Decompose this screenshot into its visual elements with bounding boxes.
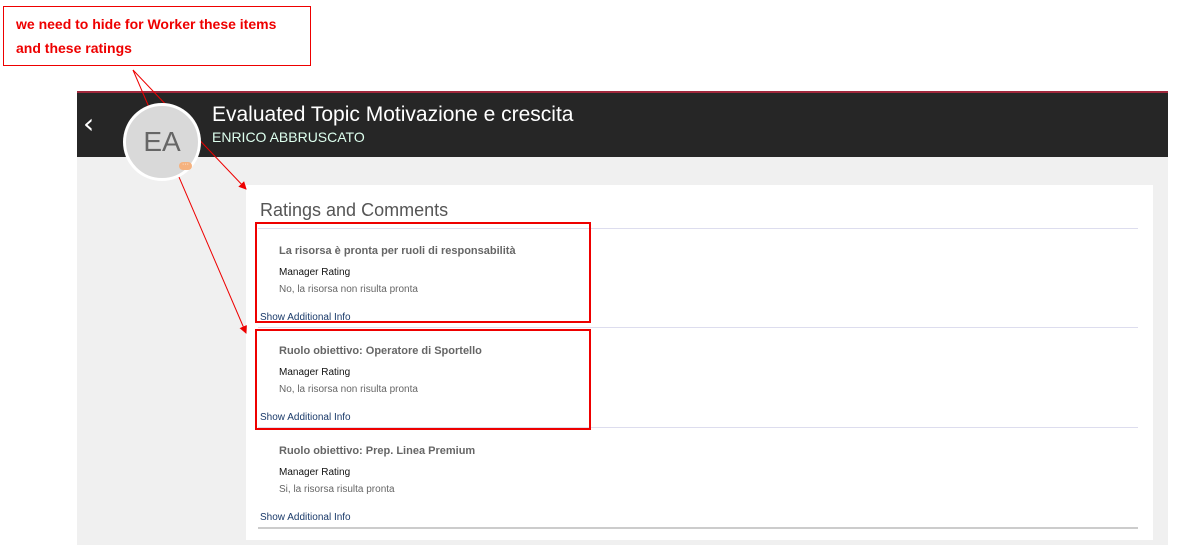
annotation-arrows — [132, 69, 247, 334]
more-badge-icon[interactable]: ··· — [179, 161, 192, 170]
